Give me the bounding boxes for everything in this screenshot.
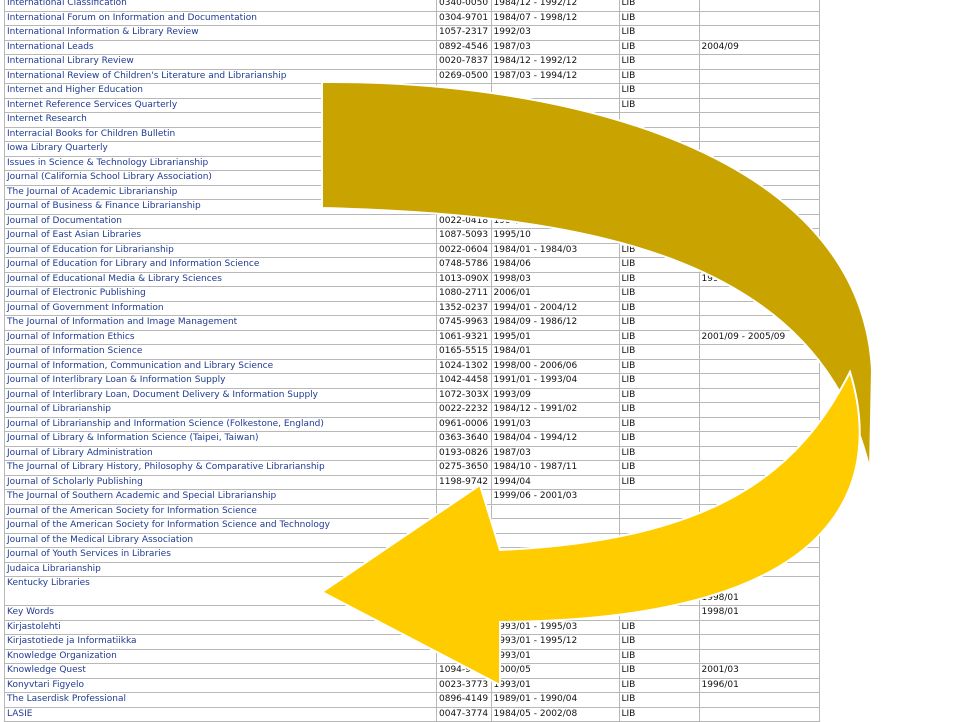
curved-u-turn-arrow-icon (320, 80, 874, 687)
arrow-front-band (320, 369, 861, 687)
arrow-back-band (321, 80, 874, 471)
